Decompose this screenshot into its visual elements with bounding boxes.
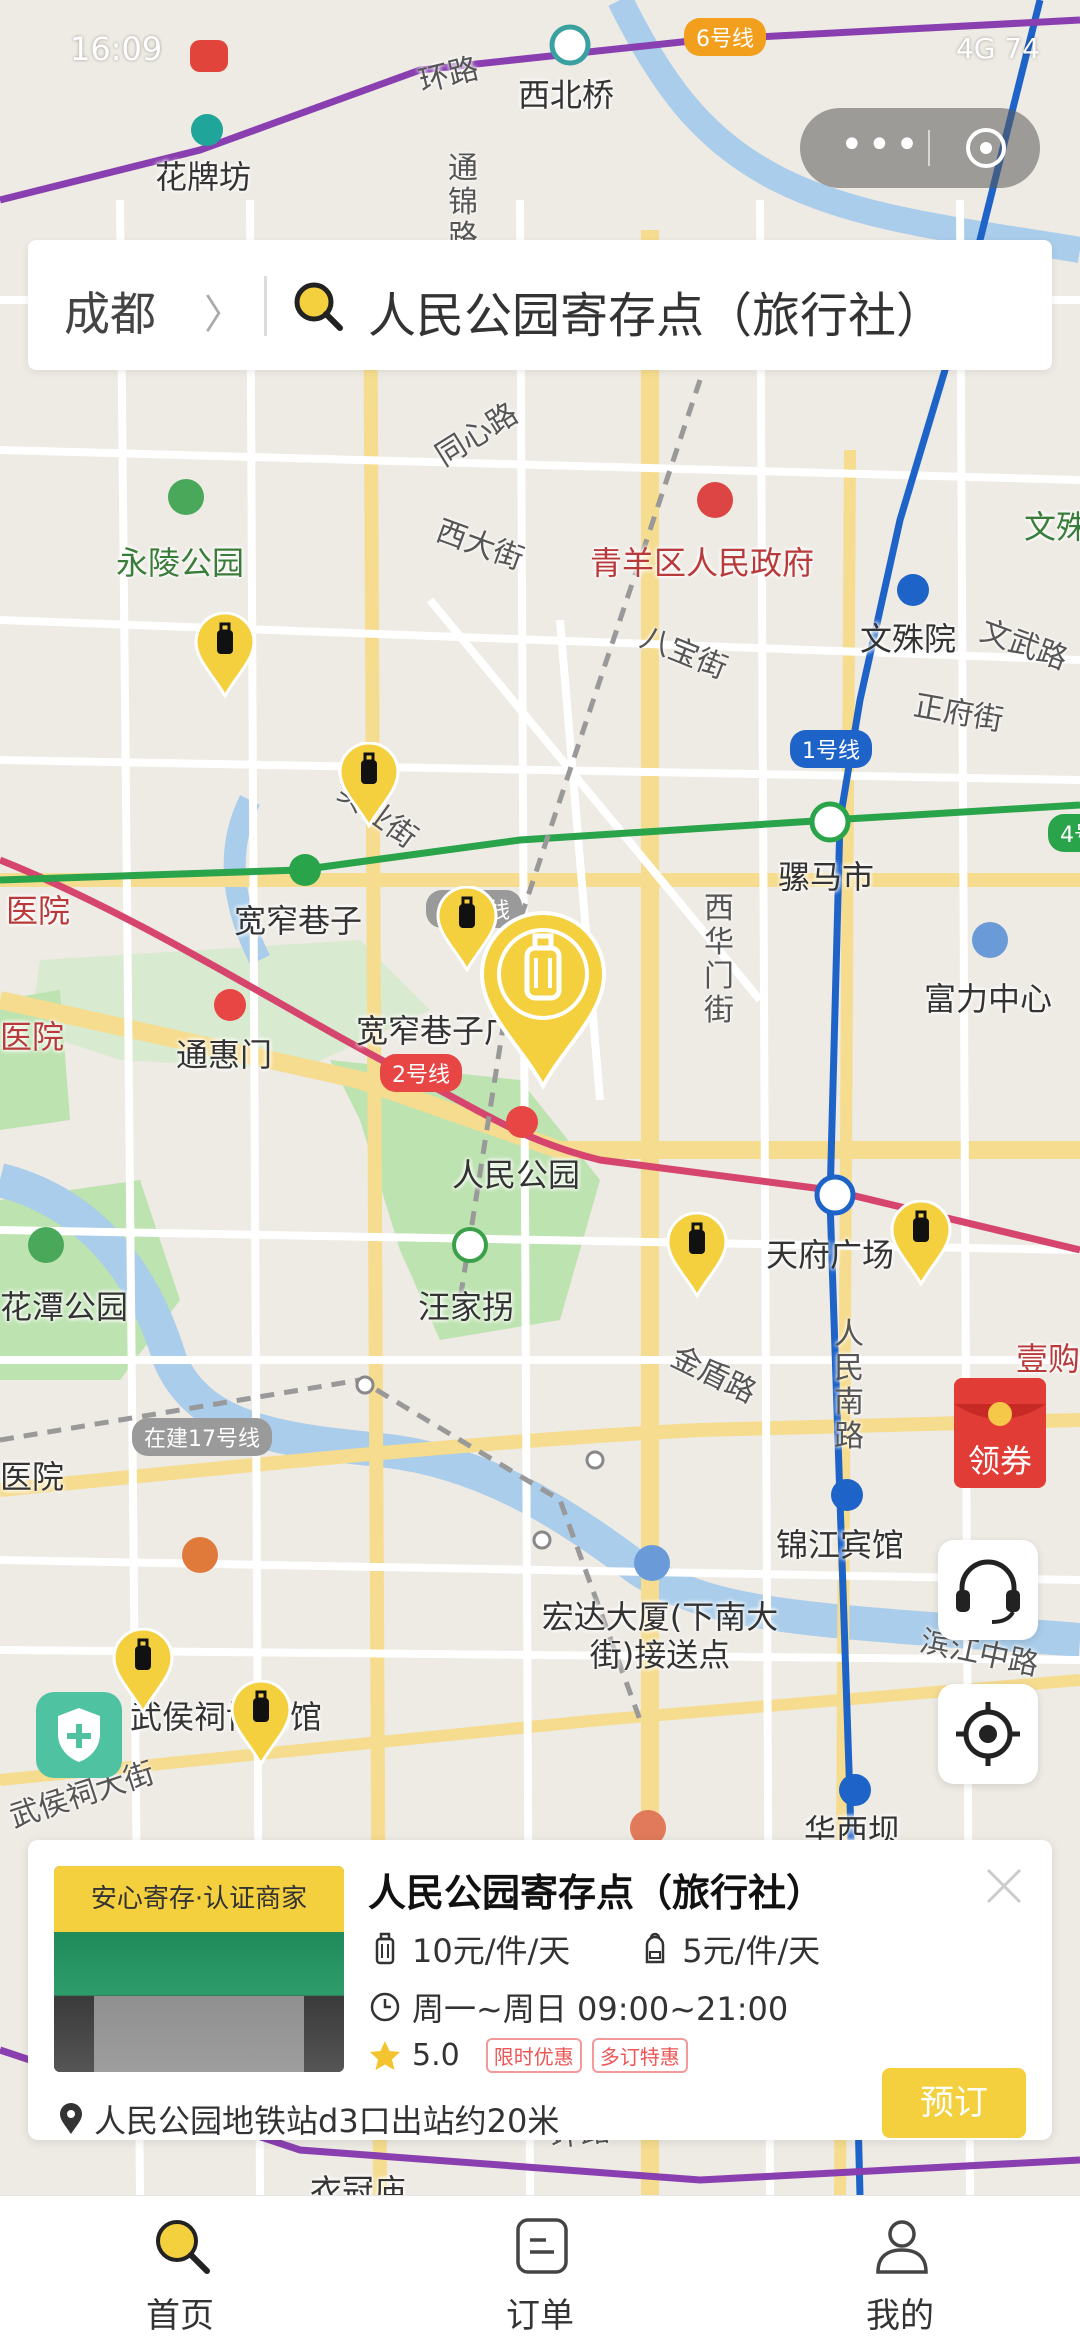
star-icon [370, 2040, 400, 2070]
tab-mine[interactable]: 我的 [800, 2196, 1000, 2340]
luggage-pin[interactable] [666, 1211, 728, 1300]
map-label-kuanzhaixiangzi[interactable]: 宽窄巷子 [234, 896, 362, 942]
opening-hours: 周一~周日 09:00~21:00 [412, 1990, 789, 2028]
status-indicators: 4G 74 [955, 32, 1040, 65]
map-label-wenshu-e[interactable]: 文殊 [1024, 502, 1080, 548]
road-renminnanlu: 人民南路 [834, 1317, 864, 1454]
capsule-divider [928, 130, 930, 166]
map-label-yiyuan-2[interactable]: 医院 [0, 1012, 64, 1058]
locate-me-button[interactable] [938, 1684, 1038, 1784]
clock-icon [370, 1992, 400, 2022]
location-pin-icon [60, 2103, 82, 2134]
map-label-hongda[interactable]: 宏达大厦(下南大街)接送点 [540, 1598, 780, 1674]
line-badge-2: 2号线 [380, 1054, 462, 1092]
hours-row: 周一~周日 09:00~21:00 [368, 1984, 788, 2030]
rating-row: 5.0 限时优惠 多订特惠 [368, 2038, 688, 2073]
map-label-yiyuan-1[interactable]: 医院 [6, 886, 70, 932]
coupon-button[interactable]: 领券 [948, 1374, 1052, 1492]
city-selector[interactable]: 成都 [64, 278, 156, 344]
line-badge-17-construction: 在建17号线 [132, 1418, 272, 1456]
promo-badge-limited: 限时优惠 [485, 2038, 582, 2073]
store-photo[interactable]: 安心寄存·认证商家 [54, 1866, 344, 2072]
locate-icon [956, 1702, 1020, 1766]
coupon-label: 领券 [967, 1442, 1032, 1480]
road-tongjinlu: 通锦路 [448, 151, 478, 254]
map-label-huapaifang[interactable]: 花牌坊 [155, 152, 251, 198]
store-address: 人民公园地铁站d3口出站约20米 [94, 2102, 560, 2140]
safety-button[interactable] [36, 1692, 122, 1778]
price-large-luggage: 10元/件/天 [412, 1932, 571, 1970]
road-xihuamenjie: 西华门街 [704, 891, 734, 1028]
map-label-fulizhongxin[interactable]: 富力中心 [924, 974, 1052, 1020]
tab-orders[interactable]: 订单 [440, 2196, 640, 2340]
map-label-luomashi[interactable]: 骡马市 [778, 852, 874, 898]
suitcase-icon [375, 1932, 395, 1965]
map-label-wenshuyuan[interactable]: 文殊院 [860, 614, 956, 660]
luggage-pin[interactable] [338, 741, 400, 830]
luggage-pin[interactable] [890, 1199, 952, 1288]
more-icon[interactable]: ••• [840, 122, 923, 168]
map-label-renmingongyuan[interactable]: 人民公园 [452, 1150, 580, 1196]
shield-plus-icon [58, 1708, 100, 1762]
luggage-pin[interactable] [230, 1679, 292, 1768]
order-list-icon [516, 2218, 568, 2274]
price-small-bag: 5元/件/天 [682, 1932, 821, 1970]
chevron-right-icon[interactable]: 〉 [204, 282, 244, 340]
rating-value: 5.0 [412, 2038, 460, 2073]
selected-luggage-pin[interactable] [478, 910, 608, 1091]
mini-program-capsule[interactable]: ••• [800, 108, 1040, 188]
status-time: 16:09 [70, 30, 163, 68]
search-icon [294, 282, 343, 331]
map-label-yiyuan-3[interactable]: 医院 [0, 1452, 64, 1498]
weibo-icon [190, 40, 228, 72]
book-button[interactable]: 预订 [882, 2068, 1026, 2138]
headset-icon [956, 1559, 1020, 1624]
map-label-tianfuguangchang[interactable]: 天府广场 [766, 1230, 894, 1276]
customer-service-button[interactable] [938, 1540, 1038, 1640]
tab-mine-label: 我的 [866, 2296, 934, 2336]
map-label-wangjiaguai[interactable]: 汪家拐 [418, 1282, 514, 1328]
tab-orders-label: 订单 [506, 2296, 574, 2336]
search-input[interactable]: 人民公园寄存点（旅行社） [368, 276, 944, 346]
store-title[interactable]: 人民公园寄存点（旅行社） [368, 1862, 824, 1917]
price-row: 10元/件/天 5元/件/天 [368, 1926, 820, 1972]
certified-merchant-tag: 安心寄存·认证商家 [54, 1866, 344, 1932]
store-card[interactable]: 安心寄存·认证商家 人民公园寄存点（旅行社） 10元/件/天 5元/件/天 周一… [28, 1840, 1052, 2140]
map-label-qingyangqu[interactable]: 青羊区人民政府 [590, 538, 814, 584]
map-label-tonghuimen[interactable]: 通惠门 [176, 1030, 272, 1076]
search-bar[interactable]: 成都 〉 人民公园寄存点（旅行社） [28, 240, 1052, 370]
tab-home[interactable]: 首页 [80, 2196, 280, 2340]
status-bar: 16:09 4G 74 [0, 0, 1080, 100]
address-row: 人民公园地铁站d3口出站约20米 [58, 2096, 559, 2142]
map-label-huatangongyuan[interactable]: 花潭公园 [0, 1282, 128, 1328]
bottom-nav: 首页 订单 我的 [0, 2195, 1080, 2340]
search-divider [264, 276, 267, 336]
line-badge-1: 1号线 [790, 730, 872, 768]
search-icon [156, 2220, 210, 2274]
promo-badge-multi: 多订特惠 [591, 2038, 688, 2073]
tab-home-label: 首页 [146, 2296, 214, 2336]
close-miniprogram-icon[interactable] [966, 128, 1006, 168]
line-badge-4: 4号 [1048, 814, 1080, 852]
close-icon[interactable] [978, 1860, 1030, 1912]
luggage-pin[interactable] [194, 611, 256, 700]
backpack-icon [646, 1932, 665, 1964]
map-label-yonglinggongyuan[interactable]: 永陵公园 [116, 538, 244, 584]
map-label-jinjiangbinguan[interactable]: 锦江宾馆 [776, 1520, 904, 1566]
user-icon [876, 2220, 928, 2274]
